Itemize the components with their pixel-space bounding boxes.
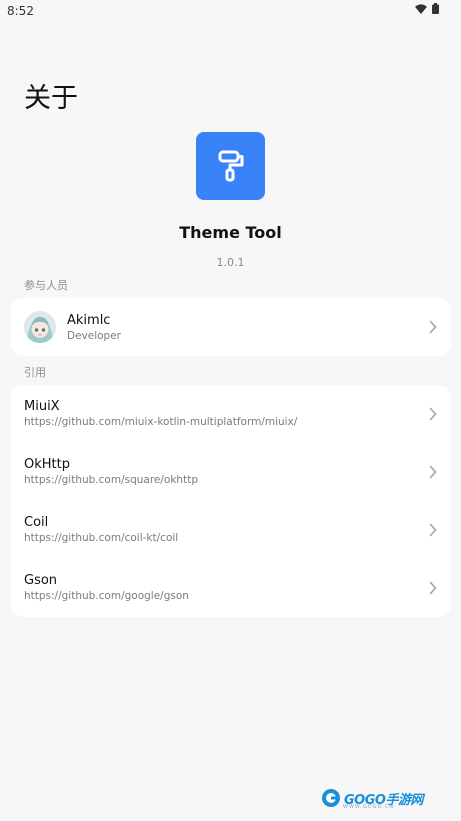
status-time: 8:52 xyxy=(7,4,34,18)
section-label-references: 引用 xyxy=(24,366,46,379)
page-title: 关于 xyxy=(24,83,78,114)
reference-url: https://github.com/google/gson xyxy=(24,590,189,602)
contributors-card: Akimlc Developer xyxy=(11,298,451,356)
reference-url: https://github.com/square/okhttp xyxy=(24,474,198,486)
reference-name: OkHttp xyxy=(24,457,70,472)
contributor-row[interactable]: Akimlc Developer xyxy=(11,298,451,356)
reference-name: MiuiX xyxy=(24,399,60,414)
contributor-role: Developer xyxy=(67,330,122,342)
status-icons xyxy=(415,3,439,14)
reference-name: Gson xyxy=(24,573,58,588)
references-card: MiuiX https://github.com/miuix-kotlin-mu… xyxy=(11,385,451,617)
reference-row-miuix[interactable]: MiuiX https://github.com/miuix-kotlin-mu… xyxy=(11,385,451,443)
chevron-right-icon xyxy=(429,465,437,479)
chevron-right-icon xyxy=(429,523,437,537)
chevron-right-icon xyxy=(429,320,437,334)
watermark-subtext: WWW.GOGO.CN xyxy=(343,804,395,810)
contributor-name: Akimlc xyxy=(67,313,111,328)
app-version: 1.0.1 xyxy=(216,256,245,269)
reference-url: https://github.com/miuix-kotlin-multipla… xyxy=(24,416,298,428)
battery-icon xyxy=(432,3,439,14)
chevron-right-icon xyxy=(429,407,437,421)
reference-name: Coil xyxy=(24,515,49,530)
gogo-logo-icon xyxy=(322,789,340,807)
watermark-logo: GOGO手游网 WWW.GOGO.CN xyxy=(321,788,423,810)
reference-row-gson[interactable]: Gson https://github.com/google/gson xyxy=(11,559,451,617)
reference-url: https://github.com/coil-kt/coil xyxy=(24,532,179,544)
reference-row-coil[interactable]: Coil https://github.com/coil-kt/coil xyxy=(11,501,451,559)
app-name: Theme Tool xyxy=(179,223,282,242)
status-bar: 8:52 xyxy=(0,0,461,22)
avatar xyxy=(24,311,56,343)
paint-roller-icon xyxy=(196,132,265,200)
wifi-icon xyxy=(415,3,427,14)
chevron-right-icon xyxy=(429,581,437,595)
section-label-contributors: 参与人员 xyxy=(24,279,68,292)
reference-row-okhttp[interactable]: OkHttp https://github.com/square/okhttp xyxy=(11,443,451,501)
